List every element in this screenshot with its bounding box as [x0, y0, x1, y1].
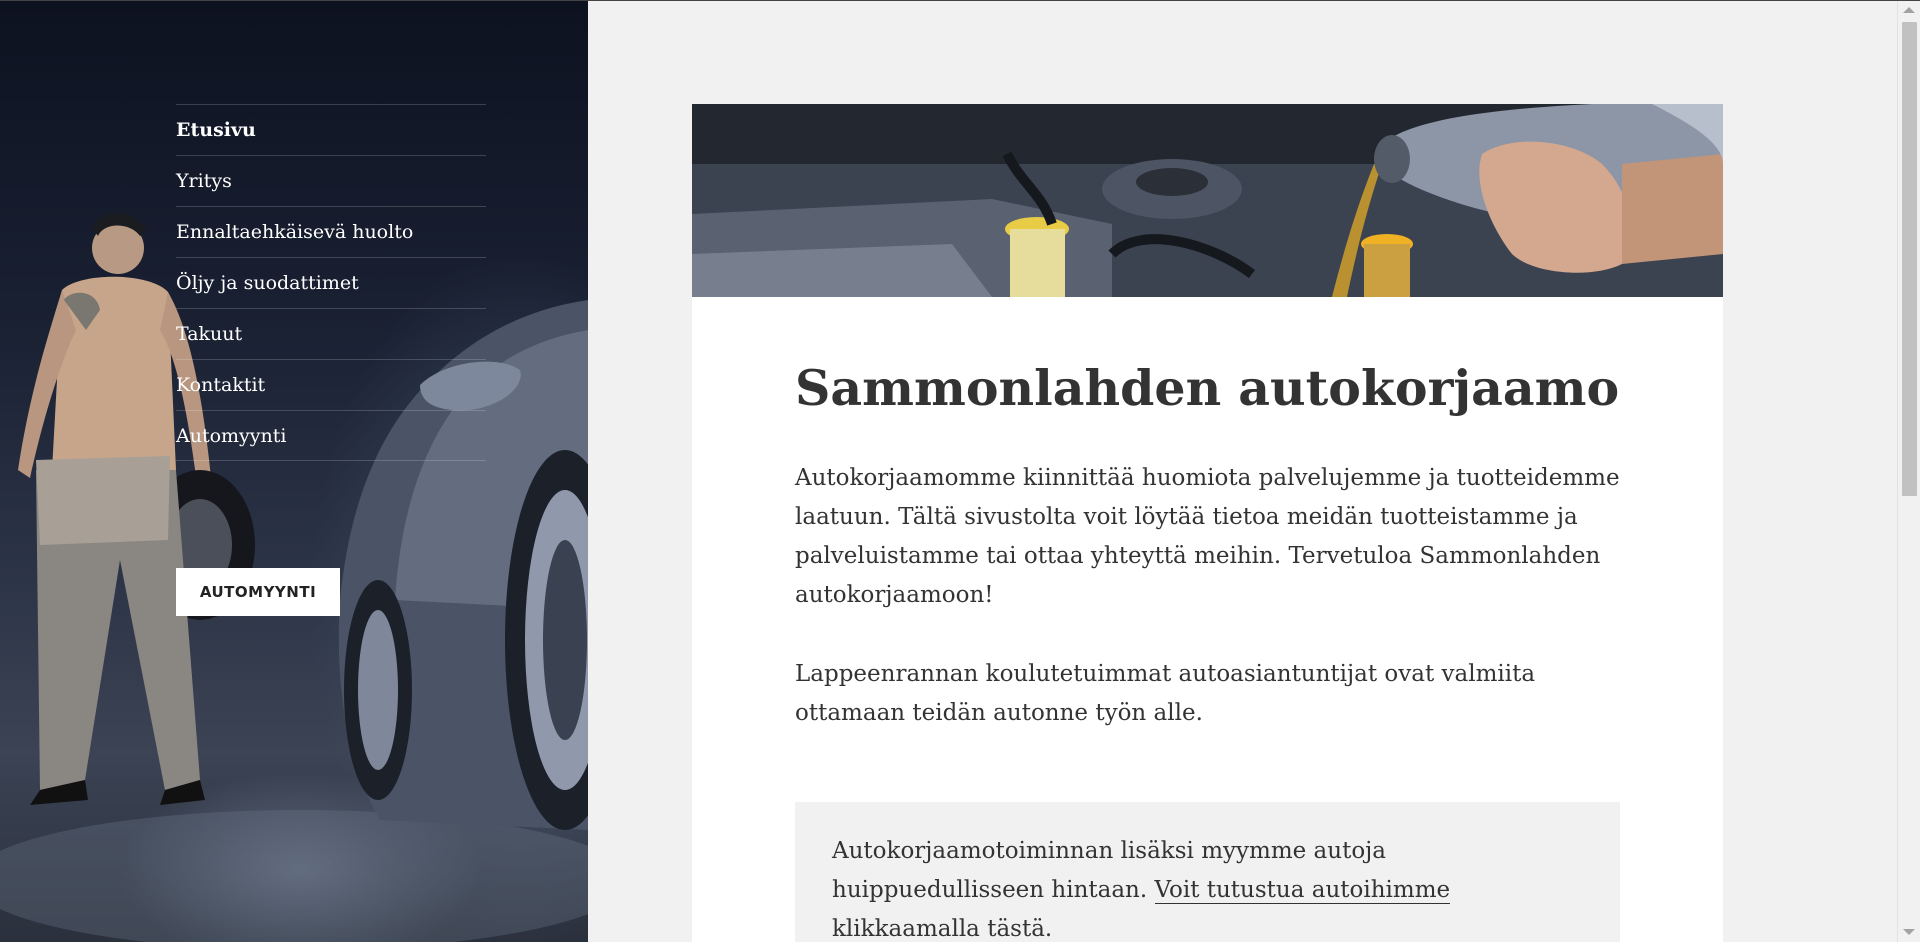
scroll-up-icon[interactable]: [1903, 7, 1915, 13]
main-navigation: Etusivu Yritys Ennaltaehkäisevä huolto Ö…: [176, 104, 486, 461]
automyynti-button[interactable]: AUTOMYYNTI: [176, 568, 340, 616]
nav-item-takuut[interactable]: Takuut: [176, 308, 486, 359]
car-sales-callout: Autokorjaamotoiminnan lisäksi myymme aut…: [795, 802, 1620, 942]
nav-item-kontaktit[interactable]: Kontaktit: [176, 359, 486, 410]
nav-item-ennaltaehkaiseva-huolto[interactable]: Ennaltaehkäisevä huolto: [176, 206, 486, 257]
scrollbar-thumb[interactable]: [1902, 22, 1917, 496]
intro-paragraph: Autokorjaamomme kiinnittää huomiota palv…: [795, 464, 1620, 608]
sidebar: Etusivu Yritys Ennaltaehkäisevä huolto Ö…: [0, 0, 588, 942]
page-title: Sammonlahden autokorjaamo: [795, 359, 1620, 417]
nav-item-etusivu[interactable]: Etusivu: [176, 104, 486, 155]
scroll-down-icon[interactable]: [1903, 929, 1915, 935]
nav-item-automyynti[interactable]: Automyynti: [176, 410, 486, 461]
vertical-scrollbar[interactable]: [1897, 0, 1920, 942]
header-image-engine: [692, 104, 1723, 297]
experts-paragraph: Lappeenrannan koulutetuimmat autoasiantu…: [795, 660, 1536, 726]
article: Sammonlahden autokorjaamo Autokorjaamomm…: [795, 359, 1620, 733]
main-content: Sammonlahden autokorjaamo Autokorjaamomm…: [692, 104, 1723, 942]
nav-item-yritys[interactable]: Yritys: [176, 155, 486, 206]
engine-oil-photo: [692, 104, 1723, 297]
window-top-border: [0, 0, 1920, 1]
nav-item-oljy-ja-suodattimet[interactable]: Öljy ja suodattimet: [176, 257, 486, 308]
